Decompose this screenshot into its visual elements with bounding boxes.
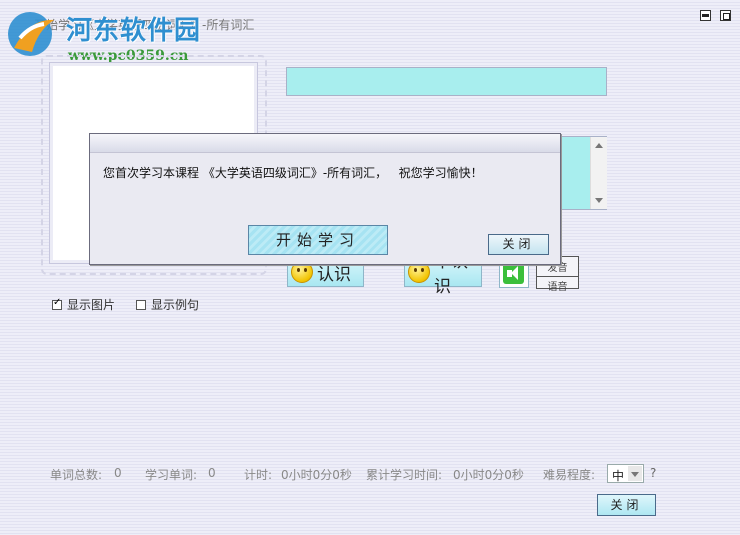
dialog-titlebar <box>90 134 560 153</box>
word-display <box>286 67 607 96</box>
watermark-logo-icon <box>8 12 54 56</box>
help-icon[interactable]: ? <box>650 466 656 480</box>
difficulty-value: 中 <box>612 469 625 483</box>
speaker-icon <box>503 263 524 284</box>
difficulty-select[interactable]: 中 <box>607 464 644 483</box>
show-example-checkbox[interactable]: 显示例句 <box>136 296 199 313</box>
total-words-label: 单词总数: <box>50 468 103 482</box>
dialog-close-button[interactable]: 关闭 <box>488 234 549 255</box>
watermark-text: 河东软件园 <box>66 16 202 46</box>
show-example-label: 显示例句 <box>151 298 200 312</box>
chevron-down-icon[interactable] <box>628 466 642 481</box>
cumulative-time-value: 0小时0分0秒 <box>453 468 524 482</box>
show-example-check[interactable] <box>136 299 146 310</box>
scroll-down-icon[interactable] <box>595 198 603 203</box>
show-picture-checkbox[interactable]: 显示图片 <box>52 296 115 313</box>
studied-words-label: 学习单词: <box>145 468 198 482</box>
start-learning-button[interactable]: 开始学习 <box>248 225 388 255</box>
definition-scrollbar[interactable] <box>590 137 607 209</box>
timer-label: 计时: <box>244 468 273 482</box>
studied-words-value: 0 <box>208 466 216 480</box>
close-button[interactable]: 关闭 <box>597 494 656 516</box>
scroll-up-icon[interactable] <box>595 143 603 148</box>
welcome-dialog: 您首次学习本课程 《大学英语四级词汇》-所有词汇， 祝您学习愉快！ 开始学习 关… <box>89 133 561 265</box>
minimize-icon[interactable] <box>700 10 711 21</box>
show-picture-label: 显示图片 <box>67 298 116 312</box>
voice-bottom-label: 语音 <box>537 276 578 293</box>
total-words-value: 0 <box>114 466 122 480</box>
dialog-message: 您首次学习本课程 《大学英语四级词汇》-所有词汇， 祝您学习愉快！ <box>103 166 483 180</box>
difficulty-label: 难易程度: <box>543 468 596 482</box>
maximize-icon[interactable] <box>720 10 731 21</box>
cumulative-time-label: 累计学习时间: <box>366 468 443 482</box>
show-picture-check[interactable] <box>52 297 62 310</box>
timer-value: 0小时0分0秒 <box>281 468 352 482</box>
